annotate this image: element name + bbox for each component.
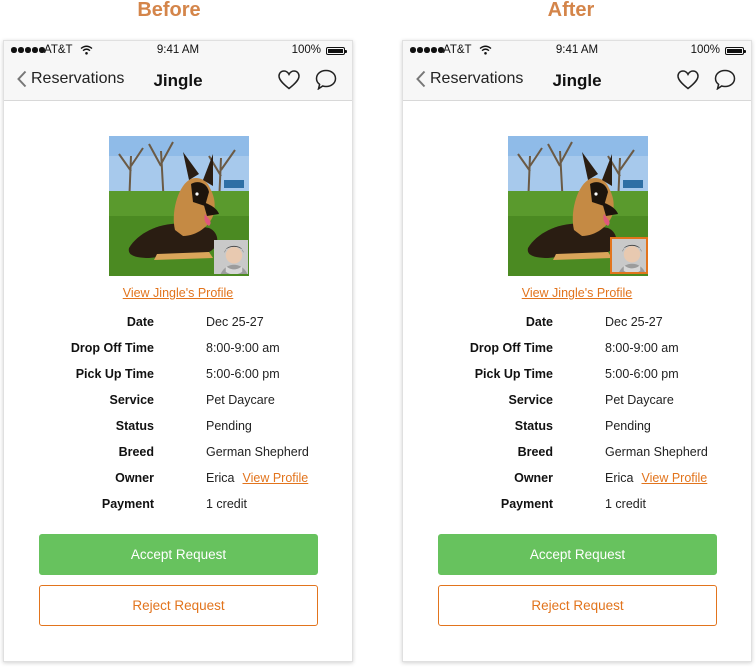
- battery-percent: 100%: [291, 44, 321, 56]
- detail-label: Payment: [500, 497, 553, 511]
- detail-row-pick-up-time: Pick Up Time 5:00-6:00 pm: [403, 367, 751, 385]
- after-heading: After: [547, 0, 595, 21]
- detail-value: Pet Daycare: [605, 393, 674, 407]
- detail-label: Status: [115, 419, 154, 433]
- detail-row-service: Service Pet Daycare: [403, 393, 751, 411]
- detail-row-status: Status Pending: [403, 419, 751, 437]
- detail-label: Payment: [101, 497, 154, 511]
- detail-row-owner: Owner Erica View Profile: [403, 471, 751, 489]
- chat-bubble-icon[interactable]: [714, 69, 736, 90]
- detail-value: 8:00-9:00 am: [605, 341, 679, 355]
- chat-bubble-icon[interactable]: [315, 69, 337, 90]
- detail-value: 5:00-6:00 pm: [605, 367, 679, 381]
- owner-photo-image: [612, 239, 646, 272]
- detail-label: Date: [126, 315, 154, 329]
- detail-label: Drop Off Time: [469, 341, 553, 355]
- phone-before: AT&T 9:41 AM 100% Reservations Jingle Vi…: [3, 40, 353, 662]
- owner-avatar[interactable]: [214, 240, 248, 274]
- before-heading: Before: [137, 0, 201, 21]
- detail-row-service: Service Pet Daycare: [4, 393, 352, 411]
- detail-row-breed: Breed German Shepherd: [4, 445, 352, 463]
- detail-label: Breed: [517, 445, 553, 459]
- detail-row-date: Date Dec 25-27: [403, 315, 751, 333]
- detail-value: 8:00-9:00 am: [206, 341, 280, 355]
- reject-request-button[interactable]: Reject Request: [39, 585, 318, 626]
- detail-value: Erica: [206, 471, 235, 485]
- detail-row-status: Status Pending: [4, 419, 352, 437]
- detail-row-payment: Payment 1 credit: [403, 497, 751, 515]
- heart-icon[interactable]: [278, 70, 300, 90]
- view-owner-profile-link[interactable]: View Profile: [641, 471, 707, 485]
- detail-label: Status: [514, 419, 553, 433]
- accept-request-button[interactable]: Accept Request: [438, 534, 717, 575]
- detail-value: Pending: [206, 419, 252, 433]
- detail-label: Drop Off Time: [70, 341, 154, 355]
- detail-row-drop-off-time: Drop Off Time 8:00-9:00 am: [4, 341, 352, 359]
- owner-avatar[interactable]: [610, 237, 648, 274]
- detail-row-breed: Breed German Shepherd: [403, 445, 751, 463]
- heart-icon[interactable]: [677, 70, 699, 90]
- detail-value: Erica: [605, 471, 634, 485]
- detail-label: Pick Up Time: [75, 367, 154, 381]
- navigation-bar: Reservations Jingle: [4, 61, 352, 101]
- view-pet-profile-link[interactable]: View Jingle's Profile: [403, 286, 751, 300]
- accept-request-button[interactable]: Accept Request: [39, 534, 318, 575]
- detail-value: Pet Daycare: [206, 393, 275, 407]
- detail-row-pick-up-time: Pick Up Time 5:00-6:00 pm: [4, 367, 352, 385]
- detail-label: Service: [508, 393, 553, 407]
- detail-label: Breed: [118, 445, 154, 459]
- reject-request-button[interactable]: Reject Request: [438, 585, 717, 626]
- phone-after: AT&T 9:41 AM 100% Reservations Jingle Vi…: [402, 40, 752, 662]
- detail-label: Date: [525, 315, 553, 329]
- battery-icon: [326, 47, 347, 55]
- detail-value: 5:00-6:00 pm: [206, 367, 280, 381]
- navigation-bar: Reservations Jingle: [403, 61, 751, 101]
- detail-row-owner: Owner Erica View Profile: [4, 471, 352, 489]
- detail-value: German Shepherd: [605, 445, 708, 459]
- battery-percent: 100%: [690, 44, 720, 56]
- detail-value: Dec 25-27: [605, 315, 663, 329]
- detail-value: 1 credit: [206, 497, 247, 511]
- detail-value: Dec 25-27: [206, 315, 264, 329]
- view-owner-profile-link[interactable]: View Profile: [242, 471, 308, 485]
- detail-label: Service: [109, 393, 154, 407]
- detail-label: Owner: [514, 471, 553, 485]
- detail-label: Pick Up Time: [474, 367, 553, 381]
- view-pet-profile-link[interactable]: View Jingle's Profile: [4, 286, 352, 300]
- pet-photo: [109, 136, 249, 276]
- detail-value: 1 credit: [605, 497, 646, 511]
- battery-icon: [725, 47, 746, 55]
- detail-value: German Shepherd: [206, 445, 309, 459]
- owner-value-group: Erica View Profile: [605, 471, 707, 485]
- detail-row-drop-off-time: Drop Off Time 8:00-9:00 am: [403, 341, 751, 359]
- pet-photo: [508, 136, 648, 276]
- detail-row-payment: Payment 1 credit: [4, 497, 352, 515]
- detail-value: Pending: [605, 419, 651, 433]
- detail-row-date: Date Dec 25-27: [4, 315, 352, 333]
- status-bar: AT&T 9:41 AM 100%: [4, 41, 352, 61]
- owner-value-group: Erica View Profile: [206, 471, 308, 485]
- status-bar: AT&T 9:41 AM 100%: [403, 41, 751, 61]
- owner-photo-image: [214, 240, 248, 274]
- detail-label: Owner: [115, 471, 154, 485]
